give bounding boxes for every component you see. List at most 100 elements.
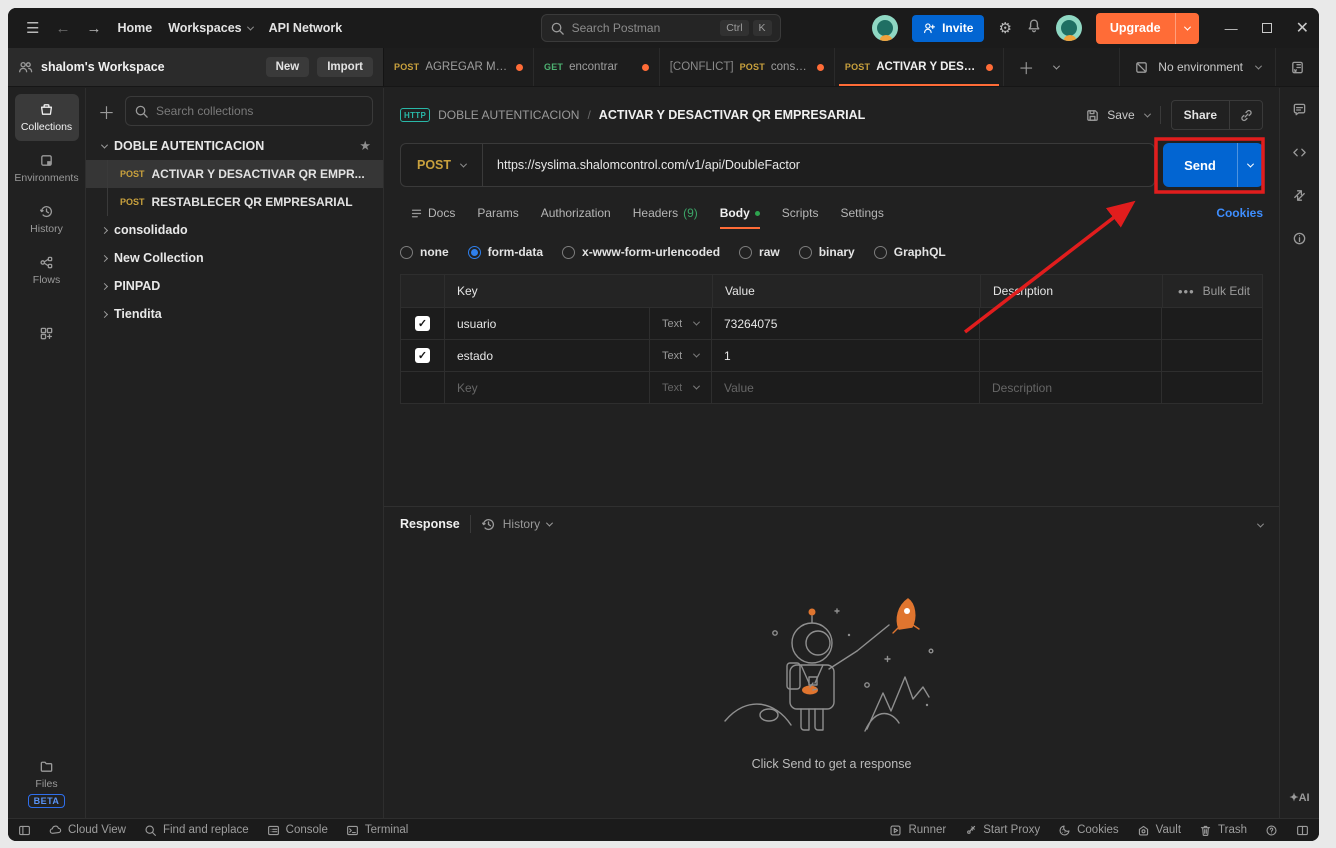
description-placeholder-cell[interactable]: Description xyxy=(980,372,1162,403)
row-checkbox-checked[interactable] xyxy=(415,316,430,331)
body-type-binary[interactable]: binary xyxy=(799,245,855,259)
tab-options-dropdown[interactable] xyxy=(1046,65,1067,70)
collection-tiendita[interactable]: Tiendita xyxy=(86,300,383,328)
invite-button[interactable]: Invite xyxy=(912,15,984,42)
environment-selector[interactable]: No environment xyxy=(1119,48,1275,86)
breadcrumb-request-name[interactable]: ACTIVAR Y DESACTIVAR QR EMPRESARIAL xyxy=(599,108,865,122)
request-activar-y-desactivar[interactable]: POST ACTIVAR Y DESACTIVAR QR EMPR... xyxy=(86,160,383,188)
cookies-button[interactable]: Cookies xyxy=(1058,824,1119,837)
row-checkbox-checked[interactable] xyxy=(415,348,430,363)
more-options-icon[interactable]: ••• xyxy=(1178,284,1195,299)
vault-button[interactable]: Vault xyxy=(1137,824,1181,837)
environment-quick-look-icon[interactable] xyxy=(1275,48,1319,86)
nav-back-icon[interactable]: ← xyxy=(55,20,70,37)
sidebar-item-environments[interactable]: Environments xyxy=(15,145,79,192)
radio-icon[interactable] xyxy=(799,246,812,259)
settings-gear-icon[interactable]: ⚙ xyxy=(998,19,1011,37)
type-dropdown[interactable]: Text xyxy=(650,372,712,403)
new-button[interactable]: New xyxy=(266,57,310,77)
toggle-sidebar-icon[interactable] xyxy=(18,824,31,837)
tab-settings[interactable]: Settings xyxy=(830,197,893,229)
collections-search[interactable] xyxy=(125,96,373,126)
collection-pinpad[interactable]: PINPAD xyxy=(86,272,383,300)
send-options-dropdown[interactable] xyxy=(1237,143,1263,187)
sidebar-item-flows[interactable]: Flows xyxy=(15,247,79,294)
type-dropdown[interactable]: Text xyxy=(650,340,712,371)
notifications-bell-icon[interactable] xyxy=(1026,18,1042,38)
value-placeholder-cell[interactable]: Value xyxy=(712,372,980,403)
share-button[interactable]: Share xyxy=(1171,100,1263,130)
body-type-form-data[interactable]: form-data xyxy=(468,245,543,259)
bulk-edit-button[interactable]: Bulk Edit xyxy=(1203,284,1250,298)
global-search-input[interactable]: Search Postman Ctrl K xyxy=(541,14,781,42)
radio-icon[interactable] xyxy=(739,246,752,259)
comments-icon[interactable] xyxy=(1292,102,1307,117)
response-history-dropdown[interactable]: History xyxy=(481,517,552,532)
new-tab-button[interactable]: ＋ xyxy=(1010,55,1042,79)
add-collection-button[interactable]: ＋ xyxy=(96,99,117,124)
find-and-replace-button[interactable]: Find and replace xyxy=(144,824,249,837)
radio-icon[interactable] xyxy=(562,246,575,259)
key-cell[interactable]: estado xyxy=(445,340,650,371)
tab-activar-y-desactivar[interactable]: POST ACTIVAR Y DESACTIVAR xyxy=(835,48,1004,86)
team-avatar[interactable] xyxy=(872,15,898,41)
collection-new-collection[interactable]: New Collection xyxy=(86,244,383,272)
console-button[interactable]: Console xyxy=(267,824,328,837)
minimize-button[interactable]: — xyxy=(1225,21,1238,36)
description-cell[interactable] xyxy=(980,308,1162,339)
response-collapse-chevron[interactable] xyxy=(1258,517,1263,531)
tab-scripts[interactable]: Scripts xyxy=(772,197,829,229)
split-pane-icon[interactable] xyxy=(1296,824,1309,837)
sidebar-item-files[interactable]: Files BETA xyxy=(28,759,66,808)
request-restablecer-qr[interactable]: POST RESTABLECER QR EMPRESARIAL xyxy=(86,188,383,216)
tab-authorization[interactable]: Authorization xyxy=(531,197,621,229)
runner-button[interactable]: Runner xyxy=(889,824,946,837)
url-input[interactable]: https://syslima.shalomcontrol.com/v1/api… xyxy=(483,158,814,172)
start-proxy-button[interactable]: Start Proxy xyxy=(964,824,1040,837)
send-label[interactable]: Send xyxy=(1163,143,1237,187)
sidebar-item-collections[interactable]: Collections xyxy=(15,94,79,141)
upgrade-label[interactable]: Upgrade xyxy=(1096,13,1175,44)
main-menu-icon[interactable]: ☰ xyxy=(26,19,39,37)
tab-params[interactable]: Params xyxy=(467,197,528,229)
user-avatar[interactable] xyxy=(1056,15,1082,41)
import-button[interactable]: Import xyxy=(317,57,373,77)
star-icon[interactable]: ★ xyxy=(359,138,371,154)
pull-request-icon[interactable] xyxy=(1292,188,1307,203)
info-icon[interactable] xyxy=(1292,231,1307,246)
value-cell[interactable]: 73264075 xyxy=(712,308,980,339)
close-button[interactable]: ✕ xyxy=(1296,18,1309,38)
description-cell[interactable] xyxy=(980,340,1162,371)
collections-search-input[interactable] xyxy=(156,104,364,118)
tab-consolidado-conflict[interactable]: [CONFLICT] POST consolidado xyxy=(660,48,835,86)
key-cell[interactable]: usuario xyxy=(445,308,650,339)
share-label[interactable]: Share xyxy=(1172,101,1230,129)
chevron-down-icon[interactable] xyxy=(1144,110,1151,117)
radio-icon[interactable] xyxy=(400,246,413,259)
body-type-graphql[interactable]: GraphQL xyxy=(874,245,946,259)
tab-encontrar[interactable]: GET encontrar xyxy=(534,48,660,86)
radio-selected-icon[interactable] xyxy=(468,246,481,259)
nav-home[interactable]: Home xyxy=(117,21,152,35)
nav-api-network[interactable]: API Network xyxy=(269,21,343,35)
tab-headers[interactable]: Headers (9) xyxy=(623,197,708,229)
collection-consolidado[interactable]: consolidado xyxy=(86,216,383,244)
code-snippet-icon[interactable] xyxy=(1292,145,1307,160)
type-dropdown[interactable]: Text xyxy=(650,308,712,339)
trash-button[interactable]: Trash xyxy=(1199,824,1247,837)
key-placeholder-cell[interactable]: Key xyxy=(445,372,650,403)
body-type-urlencoded[interactable]: x-www-form-urlencoded xyxy=(562,245,720,259)
method-selector[interactable]: POST xyxy=(401,144,483,186)
radio-icon[interactable] xyxy=(874,246,887,259)
sidebar-item-history[interactable]: History xyxy=(15,196,79,243)
nav-forward-icon[interactable]: → xyxy=(86,20,101,37)
cookies-link[interactable]: Cookies xyxy=(1216,206,1263,220)
postbot-ai-icon[interactable]: ✦AI xyxy=(1289,791,1309,804)
maximize-button[interactable] xyxy=(1262,21,1272,36)
upgrade-dropdown[interactable] xyxy=(1175,13,1199,44)
share-link-icon[interactable] xyxy=(1230,101,1262,129)
tab-docs[interactable]: Docs xyxy=(400,197,465,229)
tab-agregar-mac-pinpad[interactable]: POST AGREGAR MAC PINPAD xyxy=(384,48,534,86)
body-type-none[interactable]: none xyxy=(400,245,449,259)
cloud-view-button[interactable]: Cloud View xyxy=(49,824,126,837)
